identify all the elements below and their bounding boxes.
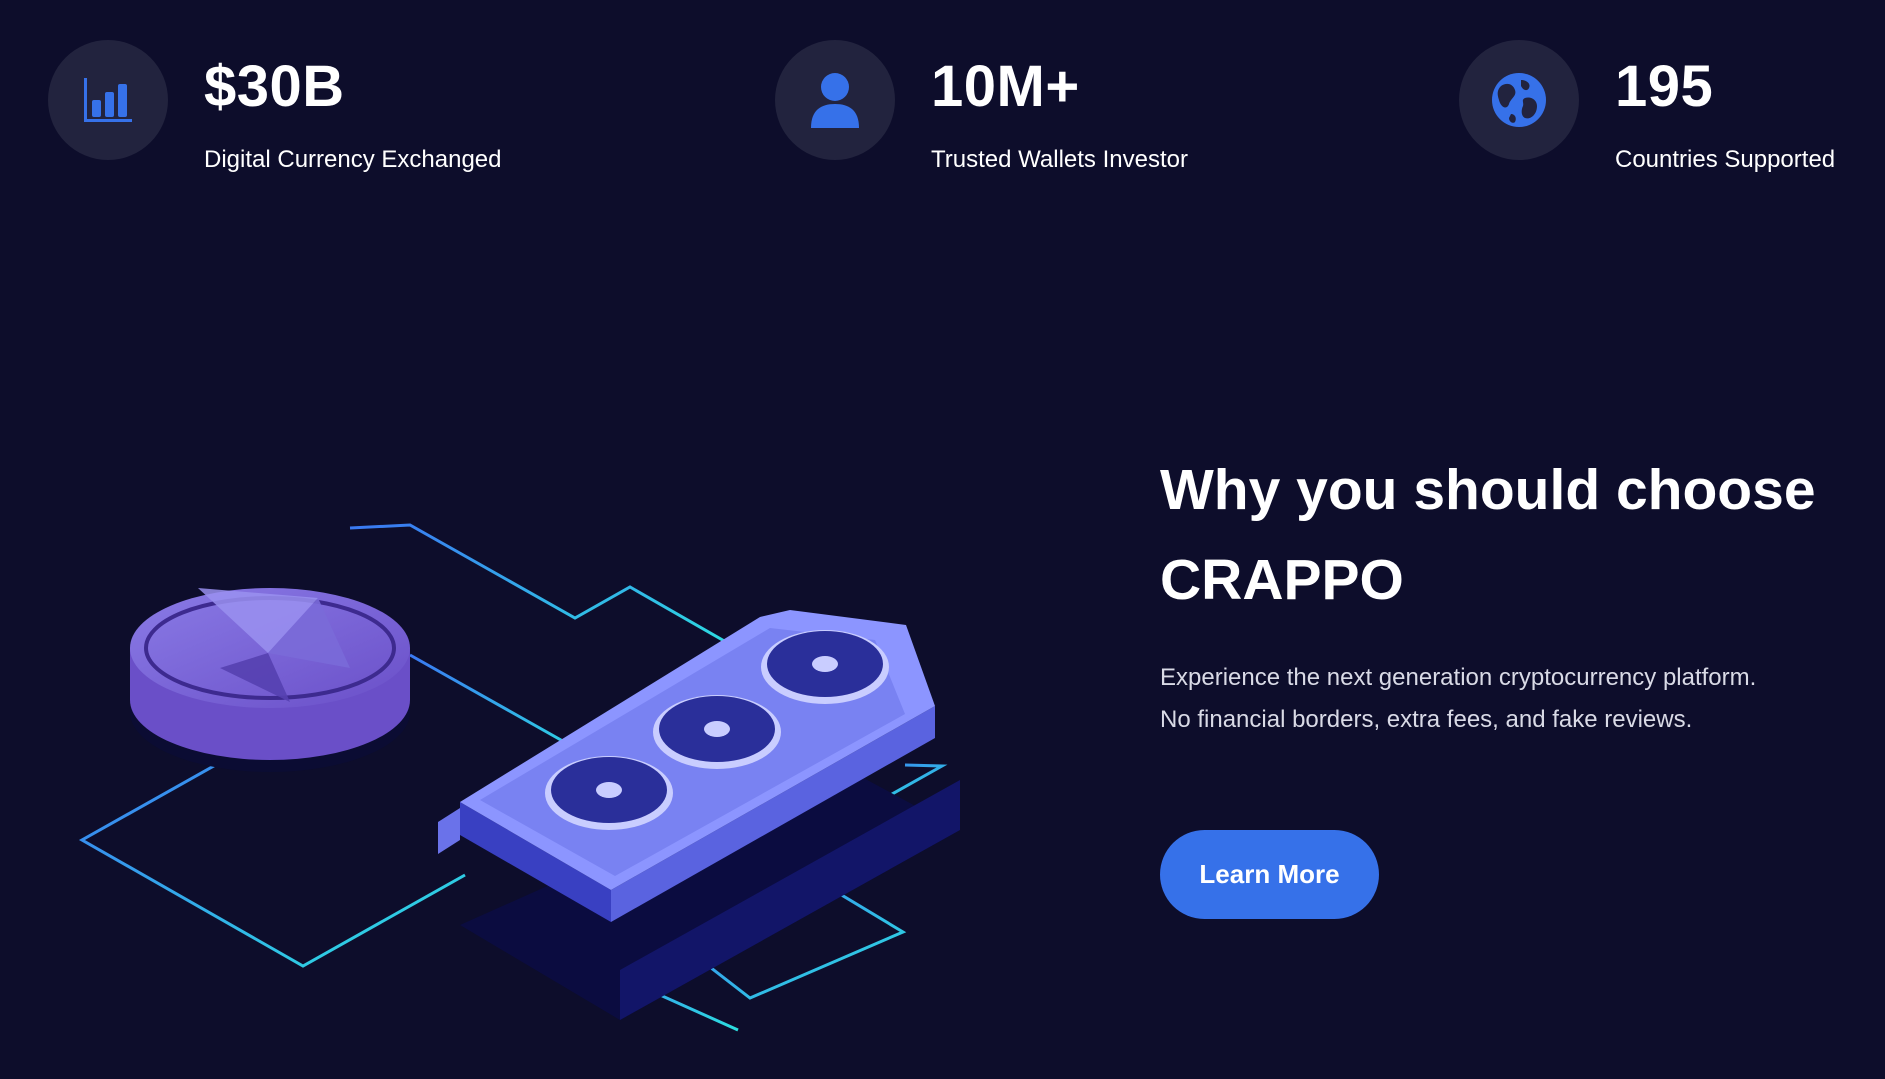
user-icon	[775, 40, 895, 160]
coin	[130, 588, 410, 772]
section-description: Experience the next generation cryptocur…	[1160, 664, 1757, 733]
stat-label: Countries Supported	[1615, 146, 1836, 173]
section-headline: Why you should choose CRAPPO	[1160, 458, 1816, 612]
gpu-fan	[653, 695, 781, 769]
stat-trusted-wallets: 10M+ Trusted Wallets Investor	[775, 40, 1188, 174]
mining-illustration	[78, 523, 960, 1032]
learn-more-button[interactable]: Learn More	[1160, 830, 1379, 919]
stat-value: 195	[1615, 54, 1714, 119]
bar-chart-icon	[48, 40, 168, 160]
page: $30B Digital Currency Exchanged 10M+ Tru…	[0, 0, 1885, 1079]
stat-label: Trusted Wallets Investor	[931, 146, 1188, 173]
globe-icon	[1459, 40, 1579, 160]
stat-digital-currency: $30B Digital Currency Exchanged	[48, 40, 501, 174]
stat-label: Digital Currency Exchanged	[204, 146, 502, 173]
stat-value: 10M+	[931, 54, 1080, 119]
gpu-fan	[761, 630, 889, 704]
gpu-fan	[545, 756, 673, 830]
stat-countries: 195 Countries Supported	[1459, 40, 1835, 174]
stat-value: $30B	[204, 54, 345, 119]
